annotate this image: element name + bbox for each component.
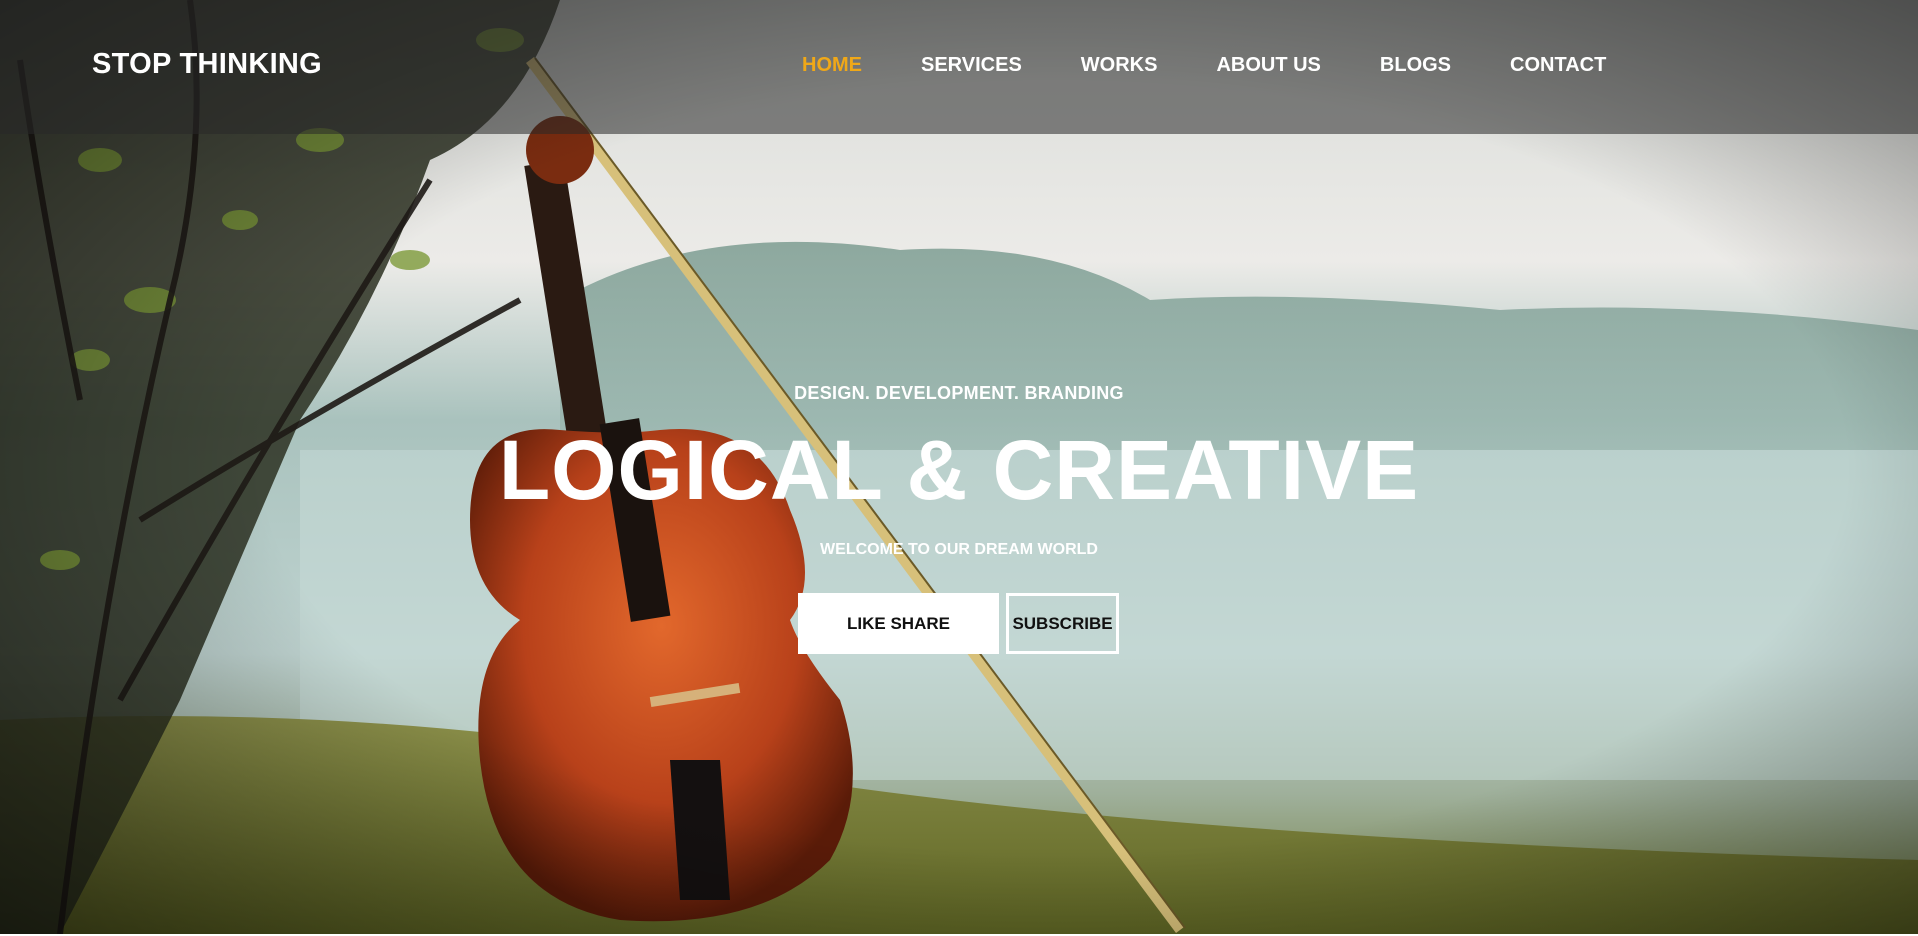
hero-section: STOP THINKING HOME SERVICES WORKS ABOUT …: [0, 0, 1918, 934]
nav-contact[interactable]: CONTACT: [1510, 54, 1606, 77]
nav-works[interactable]: WORKS: [1081, 54, 1158, 77]
nav-blogs[interactable]: BLOGS: [1380, 54, 1451, 77]
subscribe-button[interactable]: SUBSCRIBE: [1006, 593, 1119, 654]
hero-subtitle: WELCOME TO OUR DREAM WORLD: [820, 541, 1098, 558]
main-menu: HOME SERVICES WORKS ABOUT US BLOGS CONTA…: [802, 54, 1665, 77]
hero-tagline: DESIGN. DEVELOPMENT. BRANDING: [794, 383, 1124, 403]
site-logo[interactable]: STOP THINKING: [92, 48, 322, 81]
nav-about-us[interactable]: ABOUT US: [1216, 54, 1320, 77]
hero-headline: LOGICAL & CREATIVE: [498, 423, 1420, 517]
nav-services[interactable]: SERVICES: [921, 54, 1022, 77]
top-navigation-bar: STOP THINKING HOME SERVICES WORKS ABOUT …: [0, 0, 1918, 134]
like-share-button[interactable]: LIKE SHARE: [798, 593, 999, 654]
nav-home[interactable]: HOME: [802, 54, 862, 77]
